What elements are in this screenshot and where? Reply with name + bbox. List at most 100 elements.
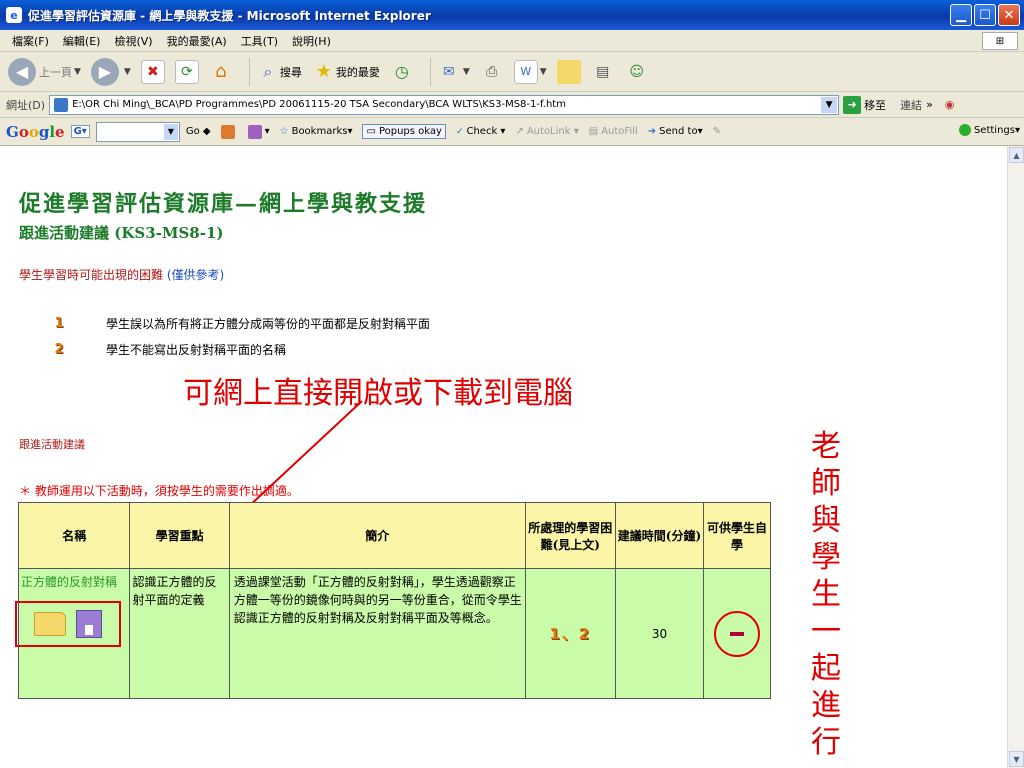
- autofill-button[interactable]: ▤ AutoFill: [589, 126, 638, 137]
- activity-table: 名稱 學習重點 簡介 所處理的學習困難(見上文) 建議時間(分鐘) 可供學生自學…: [15, 502, 771, 699]
- refresh-button[interactable]: ⟳: [174, 59, 199, 84]
- chevron-down-icon: ▼: [539, 66, 547, 77]
- links-button[interactable]: 連結: [900, 97, 922, 113]
- sendto-button[interactable]: ➜ Send to ▾: [648, 126, 703, 137]
- news-button[interactable]: ▾: [247, 124, 270, 139]
- address-url: E:\OR Chi Ming\_BCA\PD Programmes\PD 200…: [72, 99, 566, 110]
- mail-icon: ✉: [442, 63, 455, 80]
- focus-text: 認識正方體的反射平面的定義: [132, 575, 217, 607]
- back-label: 上一頁: [39, 65, 72, 79]
- menu-edit[interactable]: 編輯(E): [63, 33, 101, 49]
- send-icon: ➜: [647, 126, 657, 137]
- autofill-label: AutoFill: [601, 126, 638, 137]
- minimize-button[interactable]: ▁: [950, 4, 972, 26]
- header-summary: 簡介: [228, 502, 526, 569]
- autolink-button[interactable]: ↗ AutoLink ▾: [515, 126, 578, 137]
- menu-help[interactable]: 說明(H): [292, 33, 331, 49]
- history-button[interactable]: ◷: [390, 60, 414, 84]
- popups-label: Popups okay: [378, 126, 442, 137]
- sendto-label: Send to: [659, 126, 698, 137]
- followup-heading: 跟進活動建議: [19, 438, 85, 451]
- go-button[interactable]: ➜ 移至: [843, 95, 886, 114]
- word-icon: W: [513, 59, 538, 84]
- bookmarks-label: Bookmarks: [291, 126, 348, 137]
- scroll-up-icon[interactable]: ▲: [1009, 147, 1024, 163]
- number-2-icon: 2: [54, 341, 64, 357]
- difficulty-heading-text: 學生學習時可能出現的困難: [19, 268, 164, 282]
- mail-button[interactable]: ✉ ▼: [437, 60, 470, 84]
- google-logo[interactable]: Google: [6, 123, 65, 141]
- google-toolbar: Google G▾ ▼ Go ◆ ▾ ☆ Bookmarks ▾ ▭ Popups o…: [0, 118, 1024, 146]
- popup-icon: ▭: [366, 126, 376, 137]
- menu-file[interactable]: 檔案(F): [12, 33, 49, 49]
- go-arrow-icon: ➜: [843, 95, 862, 114]
- folder-button[interactable]: [556, 59, 581, 84]
- bookmarks-button[interactable]: ☆ Bookmarks ▾: [280, 126, 353, 137]
- forward-arrow-icon: ▶: [90, 57, 119, 86]
- print-icon: ⎙: [486, 63, 498, 80]
- back-button[interactable]: ◀ 上一頁 ▼: [8, 57, 81, 86]
- star-outline-icon: ☆: [279, 126, 289, 137]
- annotation-online: 可網上直接開啟或下載到電腦: [183, 376, 573, 411]
- cell-name: 正方體的反射對稱: [15, 568, 131, 699]
- highlight-button[interactable]: ✎: [713, 126, 721, 137]
- header-difficulty: 所處理的學習困難(見上文): [524, 502, 616, 569]
- messenger-icon: ☺: [629, 63, 644, 80]
- pagerank-button[interactable]: [220, 124, 238, 139]
- chevron-down-icon[interactable]: ▼: [821, 96, 838, 113]
- toolbar-divider: [248, 57, 250, 86]
- stop-button[interactable]: ✖: [140, 59, 165, 84]
- search-button[interactable]: ⌕ 搜尋: [256, 60, 301, 84]
- address-label: 網址(D): [6, 98, 46, 112]
- menu-view[interactable]: 檢視(V): [114, 33, 152, 49]
- difficulty-ref-link[interactable]: (僅供參考): [167, 268, 224, 282]
- chevron-down-icon: ▼: [123, 66, 131, 77]
- summary-text: 透過課堂活動「正方體的反射對稱」，學生透過觀察正方體一等份的鏡像何時與的另一等份…: [233, 575, 522, 625]
- address-input[interactable]: E:\OR Chi Ming\_BCA\PD Programmes\PD 200…: [49, 94, 840, 115]
- back-arrow-icon: ◀: [8, 57, 36, 86]
- chevron-down-icon: ▼: [462, 66, 470, 77]
- messenger-button[interactable]: ☺: [625, 60, 649, 84]
- vertical-scrollbar[interactable]: ▲ ▼: [1007, 146, 1024, 768]
- autolink-icon: ↗: [515, 126, 524, 137]
- autofill-icon: ▤: [588, 126, 599, 137]
- google-menu-button[interactable]: G▾: [70, 125, 90, 138]
- news-icon: [247, 124, 262, 139]
- activity-name-link[interactable]: 正方體的反射對稱: [19, 569, 129, 591]
- research-button[interactable]: ▤: [591, 60, 615, 84]
- translate-icon[interactable]: ◉: [945, 98, 955, 111]
- google-search-input[interactable]: ▼: [95, 121, 180, 142]
- favorites-button[interactable]: ★ 我的最愛: [312, 60, 380, 84]
- home-button[interactable]: ⌂: [209, 60, 233, 84]
- pencil-icon: ✎: [712, 126, 721, 137]
- print-button[interactable]: ⎙: [480, 60, 504, 84]
- download-save-icon[interactable]: [76, 610, 102, 638]
- autolink-label: AutoLink: [526, 126, 571, 137]
- edit-button[interactable]: W ▼: [513, 59, 547, 84]
- difficulty-item: 1 學生誤以為所有將正方體分成兩等份的平面都是反射對稱平面: [50, 314, 430, 332]
- chevron-right-icon[interactable]: »: [926, 98, 933, 111]
- favorites-label: 我的最愛: [335, 65, 380, 79]
- google-go-button[interactable]: Go ◆: [186, 126, 211, 137]
- header-name: 名稱: [17, 502, 131, 569]
- settings-button[interactable]: Settings ▾: [958, 124, 1020, 136]
- spellcheck-button[interactable]: ✓ Check ▾: [456, 126, 506, 137]
- window-controls: ▁ ☐ ✕: [950, 4, 1020, 26]
- cell-time: 30: [614, 568, 705, 699]
- google-go-label: Go: [185, 126, 200, 137]
- difficulty-heading: 學生學習時可能出現的困難 (僅供參考): [19, 266, 224, 283]
- forward-button[interactable]: ▶ ▼: [90, 57, 131, 86]
- close-button[interactable]: ✕: [998, 4, 1020, 26]
- cell-summary: 透過課堂活動「正方體的反射對稱」，學生透過觀察正方體一等份的鏡像何時與的另一等份…: [228, 568, 526, 699]
- menu-tools[interactable]: 工具(T): [241, 33, 278, 49]
- page-icon: [54, 97, 69, 112]
- self-study-circle: [714, 610, 761, 657]
- pagerank-icon: [220, 124, 235, 139]
- popups-button[interactable]: ▭ Popups okay: [362, 124, 446, 139]
- maximize-button[interactable]: ☐: [974, 4, 996, 26]
- scroll-down-icon[interactable]: ▼: [1009, 751, 1024, 767]
- open-folder-icon[interactable]: [34, 612, 66, 636]
- menu-favorites[interactable]: 我的最愛(A): [167, 33, 227, 49]
- home-icon: ⌂: [215, 61, 227, 82]
- chevron-down-icon[interactable]: ▼: [163, 123, 178, 140]
